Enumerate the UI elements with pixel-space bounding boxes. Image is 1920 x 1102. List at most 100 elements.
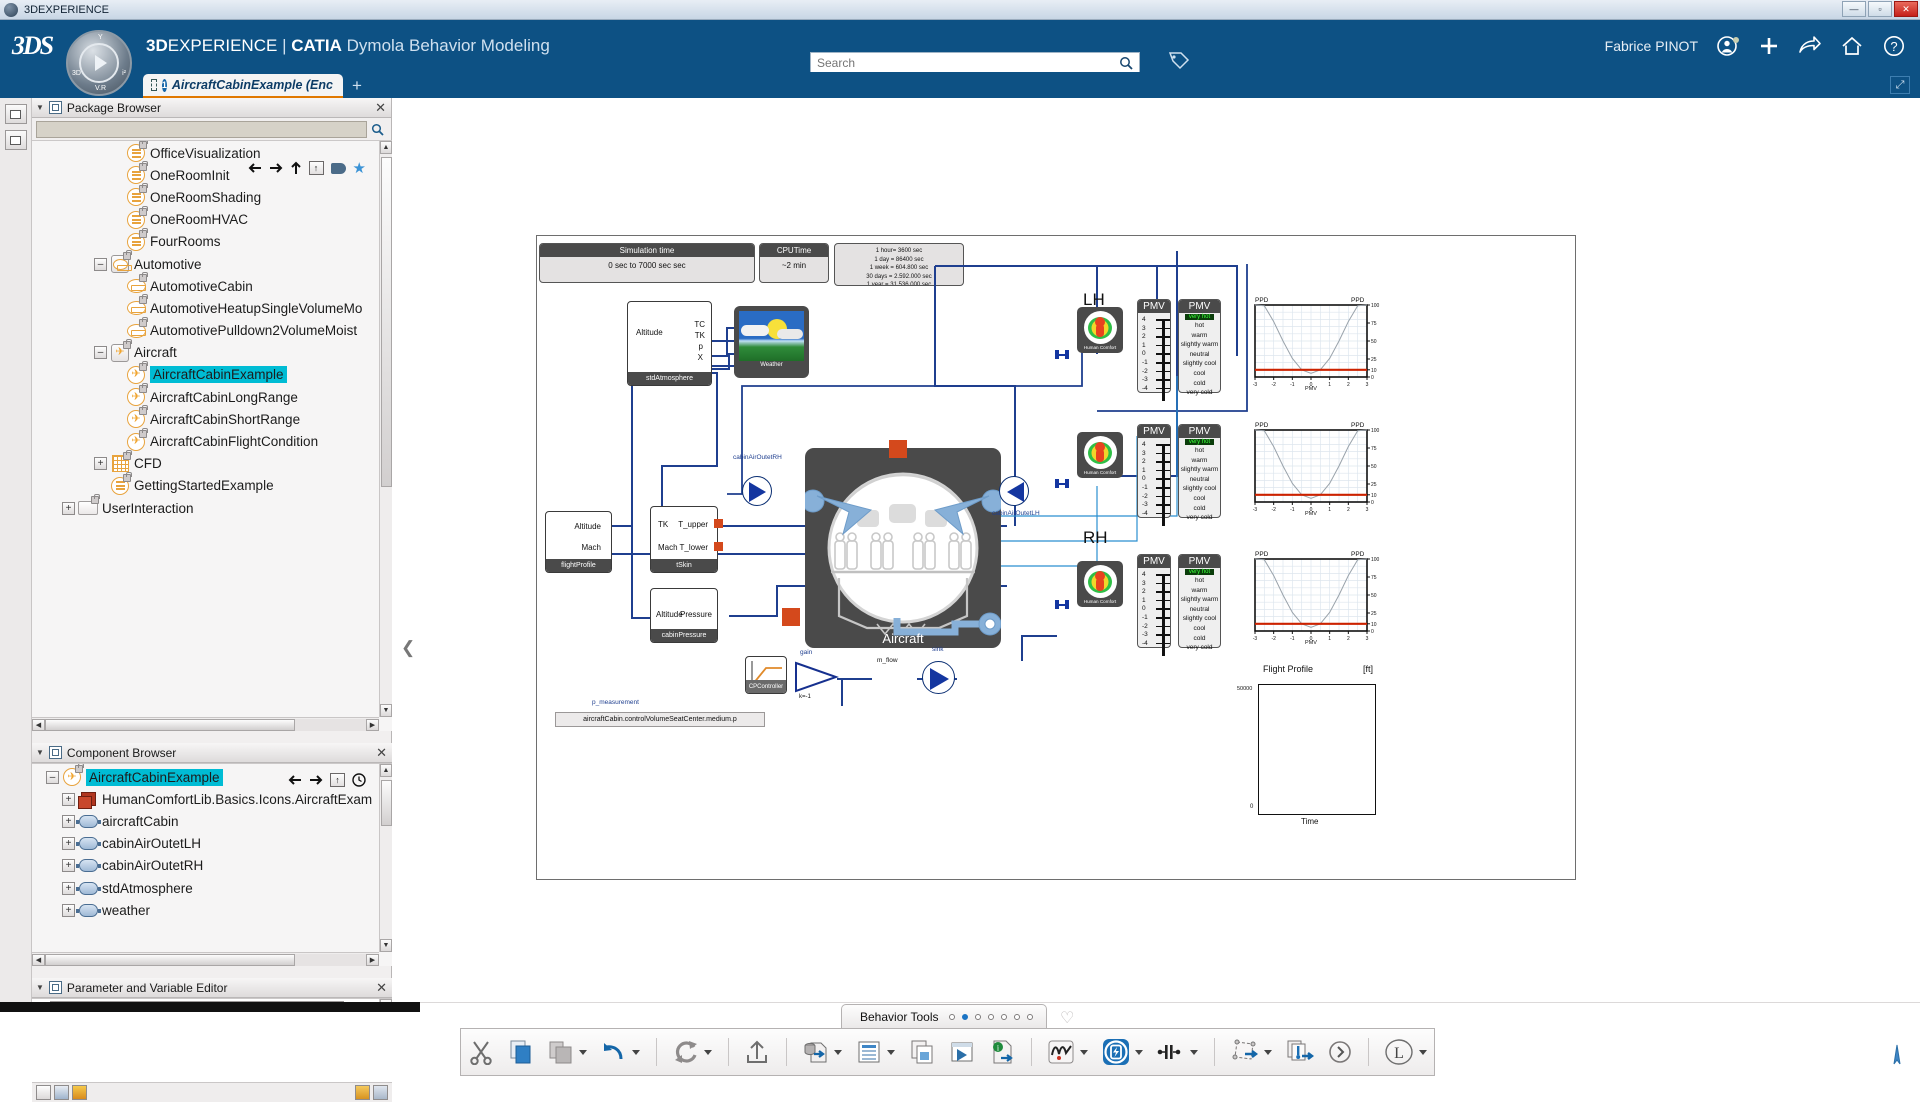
tree-item-aircraftcabin[interactable]: +aircraftCabin	[46, 810, 378, 832]
dassault-logo[interactable]: 3DS	[0, 31, 64, 61]
tree-expander[interactable]: +	[62, 793, 75, 806]
filter-button[interactable]	[1150, 1029, 1205, 1075]
search-icon[interactable]	[1119, 56, 1139, 70]
forward-arrow-icon[interactable]	[309, 774, 323, 786]
signal-button[interactable]	[1040, 1029, 1095, 1075]
connector-lh[interactable]	[1055, 479, 1069, 488]
expand-view-button[interactable]: ⤢	[1890, 76, 1910, 94]
tree-expander[interactable]: +	[62, 837, 75, 850]
history-clock-icon[interactable]	[352, 773, 366, 787]
package-icon[interactable]	[72, 1085, 87, 1100]
rail-panel-toggle-2[interactable]	[5, 130, 27, 150]
save-to-database-button[interactable]	[796, 1029, 849, 1075]
back-arrow-icon[interactable]	[248, 162, 262, 174]
human-comfort-mid[interactable]: Human Comfort	[1077, 432, 1123, 478]
heat-port-lower[interactable]	[714, 542, 723, 551]
back-arrow-icon[interactable]	[288, 774, 302, 786]
close-icon[interactable]: ✕	[376, 745, 387, 761]
geometry-button[interactable]	[1224, 1029, 1279, 1075]
p-measurement-value[interactable]: aircraftCabin.controlVolumeSeatCenter.me…	[555, 712, 765, 727]
diagram-canvas[interactable]: ❮ Simulation time 0 sec to 7000 sec sec …	[393, 98, 1920, 1002]
tree-expander[interactable]: –	[46, 771, 59, 784]
tree-expander[interactable]: –	[94, 258, 107, 271]
package-tree-vscrollbar[interactable]: ▲ ▼	[379, 141, 392, 717]
up-level-icon[interactable]: ↑	[330, 773, 345, 787]
account-icon[interactable]	[1716, 34, 1740, 58]
block-std-atmosphere[interactable]: Altitude TC TK p X stdAtmosphere	[627, 301, 712, 386]
tree-item-weather[interactable]: +weather	[46, 899, 378, 921]
library-button[interactable]: L	[1377, 1029, 1434, 1075]
tree-item-stdatmosphere[interactable]: +stdAtmosphere	[46, 877, 378, 899]
scroll-down-arrow[interactable]: ▼	[380, 939, 392, 952]
package-tree-hscrollbar[interactable]: ◀ ▶	[32, 717, 379, 731]
ppd-plot-mid[interactable]: PPDPPD100755025100-3-2-10123PMV	[1237, 419, 1385, 516]
tag-icon[interactable]	[1168, 50, 1190, 70]
refresh-button[interactable]	[666, 1029, 719, 1075]
tree-expander[interactable]: +	[94, 457, 107, 470]
tree-item-cabinairoutetrh[interactable]: +cabinAirOutetRH	[46, 855, 378, 877]
scroll-thumb[interactable]	[381, 780, 392, 826]
block-aircraft[interactable]: Aircraft	[805, 448, 1001, 648]
help-icon[interactable]: ?	[1882, 34, 1906, 58]
chevron-down-icon[interactable]	[887, 1050, 895, 1055]
search-input[interactable]	[811, 53, 1119, 73]
package-search-input[interactable]	[36, 121, 367, 138]
tree-item-automotivepulldown2volumemoist[interactable]: AutomotivePulldown2VolumeMoist	[46, 320, 378, 342]
tree-item-automotive[interactable]: –Automotive	[46, 253, 378, 275]
page-dot-6[interactable]	[1014, 1014, 1020, 1020]
block-weather[interactable]: Weather	[734, 306, 809, 378]
tree-item-automotivecabin[interactable]: AutomotiveCabin	[46, 275, 378, 297]
heart-icon[interactable]: ♡	[1060, 1008, 1074, 1028]
book-icon[interactable]	[331, 163, 346, 174]
add-icon[interactable]	[1758, 35, 1780, 57]
more-button[interactable]	[1321, 1029, 1359, 1075]
new-document-button[interactable]	[902, 1029, 942, 1075]
forward-arrow-icon[interactable]	[269, 162, 283, 174]
home-icon[interactable]	[1840, 35, 1864, 57]
chevron-down-icon[interactable]	[1264, 1050, 1272, 1055]
chevron-down-icon[interactable]	[1135, 1050, 1143, 1055]
valve-cabin-air-outlet-lh[interactable]	[999, 476, 1029, 506]
scroll-right-arrow[interactable]: ▶	[366, 954, 379, 966]
tree-item-cfd[interactable]: +CFD	[46, 453, 378, 475]
page-dot-1[interactable]	[949, 1014, 955, 1020]
add-tab-button[interactable]: +	[352, 76, 362, 96]
scroll-thumb[interactable]	[45, 954, 295, 966]
search-box[interactable]	[810, 52, 1140, 74]
close-icon[interactable]: ✕	[376, 980, 387, 996]
list-button[interactable]	[849, 1029, 902, 1075]
page-dot-4[interactable]	[988, 1014, 994, 1020]
run-button[interactable]	[942, 1029, 982, 1075]
connector-lh-top[interactable]	[1055, 350, 1069, 359]
chevron-down-icon[interactable]	[1080, 1050, 1088, 1055]
paste-button[interactable]	[541, 1029, 594, 1075]
batch-button[interactable]	[1279, 1029, 1321, 1075]
scroll-thumb[interactable]	[381, 157, 392, 487]
chevron-down-icon[interactable]	[579, 1050, 587, 1055]
collapse-caret-icon[interactable]: ▼	[36, 983, 44, 992]
ppd-plot-lh[interactable]: PPDPPD100755025100-3-2-10123PMV	[1237, 294, 1385, 391]
model-diagram[interactable]: Simulation time 0 sec to 7000 sec sec CP…	[536, 235, 1576, 880]
undo-button[interactable]	[594, 1029, 647, 1075]
cut-button[interactable]	[461, 1029, 501, 1075]
up-level-icon[interactable]: ↑	[309, 161, 324, 175]
block-tskin[interactable]: TK Mach T_upper T_lower tSkin	[650, 506, 718, 573]
maximize-button[interactable]: ▫	[1868, 1, 1892, 17]
tree-item-humancomfortlib-basics-icons-aircraftexam[interactable]: +HumanComfortLib.Basics.Icons.AircraftEx…	[46, 788, 378, 810]
tree-item-oneroomhvac[interactable]: OneRoomHVAC	[46, 209, 378, 231]
ppd-plot-rh[interactable]: PPDPPD100755025100-3-2-10123PMV	[1237, 548, 1385, 645]
component-tree-vscrollbar[interactable]: ▲ ▼	[379, 764, 392, 952]
page-dot-3[interactable]	[975, 1014, 981, 1020]
block-gain[interactable]	[793, 660, 839, 694]
page-dot-7[interactable]	[1027, 1014, 1033, 1020]
search-icon[interactable]	[371, 123, 387, 136]
tree-item-aircraft[interactable]: –✈Aircraft	[46, 342, 378, 364]
tree-item-cabinairoutetlh[interactable]: +cabinAirOutetLH	[46, 833, 378, 855]
export-button[interactable]	[737, 1029, 777, 1075]
collapse-panel-handle[interactable]: ❮	[401, 638, 415, 658]
block-cp-controller[interactable]: CPController	[745, 656, 787, 694]
block-cabin-pressure[interactable]: Altitude Pressure cabinPressure	[650, 588, 718, 643]
collapse-caret-icon[interactable]: ▼	[36, 103, 44, 112]
toolbar-page-dots[interactable]	[949, 1014, 1033, 1020]
close-button[interactable]: ✕	[1894, 1, 1918, 17]
